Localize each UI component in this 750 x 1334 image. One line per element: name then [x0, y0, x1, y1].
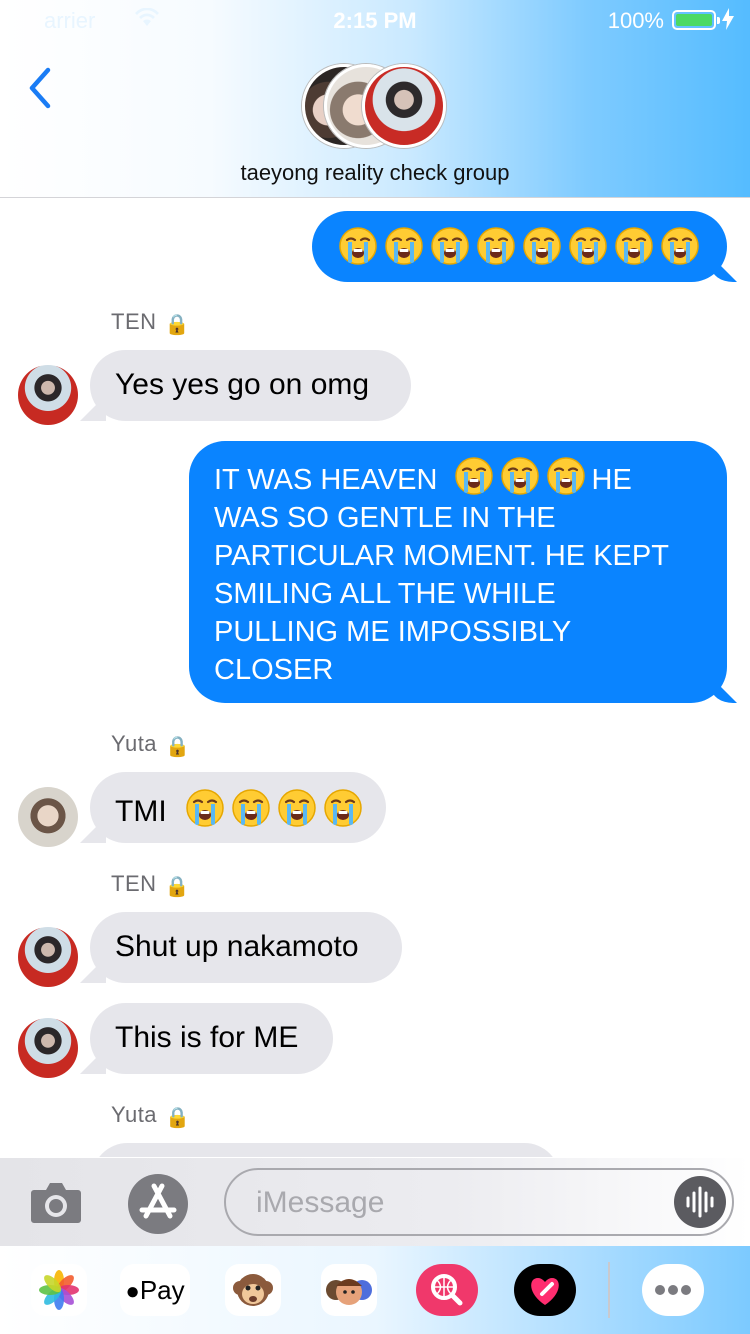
incoming-message[interactable]: Yes yes go on omg — [90, 350, 411, 421]
memoji-button[interactable] — [316, 1264, 382, 1316]
camera-icon — [31, 1183, 81, 1223]
lock-icon: 🔒 — [164, 314, 190, 336]
message-line: CLOSER — [214, 654, 334, 686]
sob-emoji — [384, 226, 424, 266]
app-drawer: ●Pay — [0, 1246, 750, 1334]
photos-app-button[interactable] — [26, 1264, 92, 1316]
emoji-row — [338, 227, 706, 266]
sob-emoji — [522, 226, 562, 266]
incoming-message[interactable]: Shut up nakamoto — [90, 912, 402, 983]
audio-waveform-icon — [686, 1186, 714, 1218]
message-text: Yes yes go on omg — [115, 368, 370, 401]
image-search-button[interactable] — [414, 1264, 480, 1316]
sender-name: TEN 🔒 — [111, 871, 190, 898]
message-line: SMILING ALL THE WHILE — [214, 578, 556, 610]
sob-emoji — [338, 226, 378, 266]
group-name[interactable]: taeyong reality check group — [0, 160, 750, 186]
incoming-message[interactable]: This is for ME — [90, 1003, 333, 1074]
message-line: PARTICULAR MOMENT. HE KEPT — [214, 540, 669, 572]
lock-icon: 🔒 — [165, 1107, 191, 1129]
apple-pay-button[interactable]: ●Pay — [120, 1264, 190, 1316]
monkey-emoji-button[interactable] — [220, 1264, 286, 1316]
compose-bar: iMessage — [0, 1158, 750, 1246]
heart-app-icon — [514, 1264, 576, 1316]
charging-bolt-icon — [722, 8, 734, 36]
battery-icon — [672, 10, 720, 30]
group-avatars[interactable] — [300, 64, 450, 150]
message-list[interactable]: TEN 🔒 Yes yes go on omg IT WAS HEAVEN HE … — [0, 199, 750, 1157]
message-placeholder: iMessage — [256, 1186, 385, 1219]
app-store-icon — [128, 1174, 188, 1234]
drawer-divider — [608, 1262, 610, 1318]
status-bar: arrier 2:15 PM 100% — [0, 0, 750, 40]
back-button[interactable] — [22, 64, 62, 114]
sob-emoji — [568, 226, 608, 266]
lock-icon: 🔒 — [164, 876, 190, 898]
more-apps-button[interactable] — [640, 1264, 706, 1316]
outgoing-message[interactable]: IT WAS HEAVEN HE WAS SO GENTLE IN THE PA… — [189, 441, 727, 703]
camera-button[interactable] — [30, 1180, 82, 1224]
memoji-icon — [321, 1264, 377, 1316]
message-line: IT WAS HEAVEN HE — [214, 456, 727, 499]
apple-pay-icon: ●Pay — [120, 1264, 190, 1316]
monkey-emoji-icon — [225, 1264, 281, 1316]
avatar[interactable] — [18, 787, 78, 847]
sob-emoji — [614, 226, 654, 266]
sob-emoji — [454, 457, 592, 496]
message-text: This is for ME — [115, 1021, 299, 1054]
avatar[interactable] — [18, 1018, 78, 1078]
message-text: TMI — [115, 795, 167, 828]
audio-message-button[interactable] — [674, 1176, 726, 1228]
digital-touch-button[interactable] — [512, 1264, 578, 1316]
outgoing-message[interactable] — [312, 211, 727, 282]
incoming-message[interactable]: TMI — [90, 772, 386, 843]
sob-emoji — [430, 226, 470, 266]
sender-name: TEN 🔒 — [111, 309, 190, 336]
image-search-icon — [416, 1264, 478, 1316]
sender-name: Yuta 🔒 — [111, 731, 191, 758]
sob-emoji — [476, 226, 516, 266]
sob-emoji — [660, 226, 700, 266]
message-line: PULLING ME IMPOSSIBLY — [214, 616, 572, 648]
message-input[interactable]: iMessage — [224, 1168, 734, 1236]
incoming-message[interactable] — [92, 1143, 560, 1157]
chevron-left-icon — [29, 67, 51, 109]
message-text: Shut up nakamoto — [115, 930, 359, 963]
lock-icon: 🔒 — [165, 736, 191, 758]
sender-name: Yuta 🔒 — [111, 1102, 191, 1129]
battery-percent: 100% — [607, 8, 664, 33]
avatar — [362, 64, 446, 148]
message-line: WAS SO GENTLE IN THE — [214, 502, 556, 534]
avatar[interactable] — [18, 927, 78, 987]
more-apps-icon — [642, 1264, 704, 1316]
photos-app-icon — [31, 1264, 87, 1316]
sob-emoji — [185, 789, 369, 828]
app-store-button[interactable] — [126, 1172, 190, 1236]
conversation-header: arrier 2:15 PM 100% taeyong reality chec… — [0, 0, 750, 198]
avatar[interactable] — [18, 365, 78, 425]
